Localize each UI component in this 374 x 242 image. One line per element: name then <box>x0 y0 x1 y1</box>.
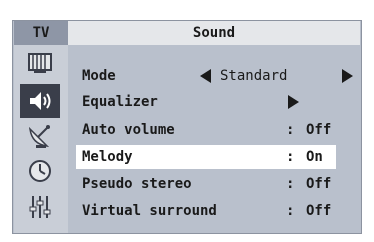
menu-item-melody[interactable]: Melody : On <box>76 145 336 169</box>
separator: : <box>286 176 295 192</box>
arrow-left-icon[interactable] <box>200 69 211 83</box>
menu-item-label: Pseudo stereo <box>82 176 192 192</box>
channel-icon[interactable] <box>20 120 60 154</box>
menu-item-equalizer[interactable]: Equalizer <box>76 90 336 114</box>
menu-item-value: Off <box>306 203 332 219</box>
menu-item-label: Equalizer <box>82 94 158 110</box>
separator: : <box>286 149 295 165</box>
menu-item-virtual-surround[interactable]: Virtual surround : Off <box>76 199 336 223</box>
submenu-arrow-icon <box>288 95 299 109</box>
input-icon[interactable] <box>20 190 60 224</box>
menu-item-pseudo-stereo[interactable]: Pseudo stereo : Off <box>76 172 336 196</box>
menu-title: Sound <box>68 21 360 45</box>
separator: : <box>286 203 295 219</box>
menu-item-label: Mode <box>82 68 116 84</box>
menu-item-value: On <box>306 149 323 165</box>
menu-item-label: Melody <box>82 149 133 165</box>
setup-icon[interactable] <box>20 154 60 188</box>
menu-item-mode[interactable]: Mode Standard <box>76 64 353 88</box>
menu-item-auto-volume[interactable]: Auto volume : Off <box>76 118 336 142</box>
separator: : <box>286 122 295 138</box>
picture-icon[interactable] <box>20 46 60 80</box>
menu-item-value: Off <box>306 176 332 192</box>
source-label: TV <box>14 21 68 45</box>
menu-item-value: Off <box>306 122 332 138</box>
mode-value: Standard <box>220 68 288 84</box>
tv-osd-menu: TV Sound Mode Standard Equalizer Auto vo… <box>0 0 374 242</box>
arrow-right-icon[interactable] <box>342 69 353 83</box>
menu-item-label: Auto volume <box>82 122 175 138</box>
sound-icon[interactable] <box>20 84 60 118</box>
menu-item-label: Virtual surround <box>82 203 217 219</box>
